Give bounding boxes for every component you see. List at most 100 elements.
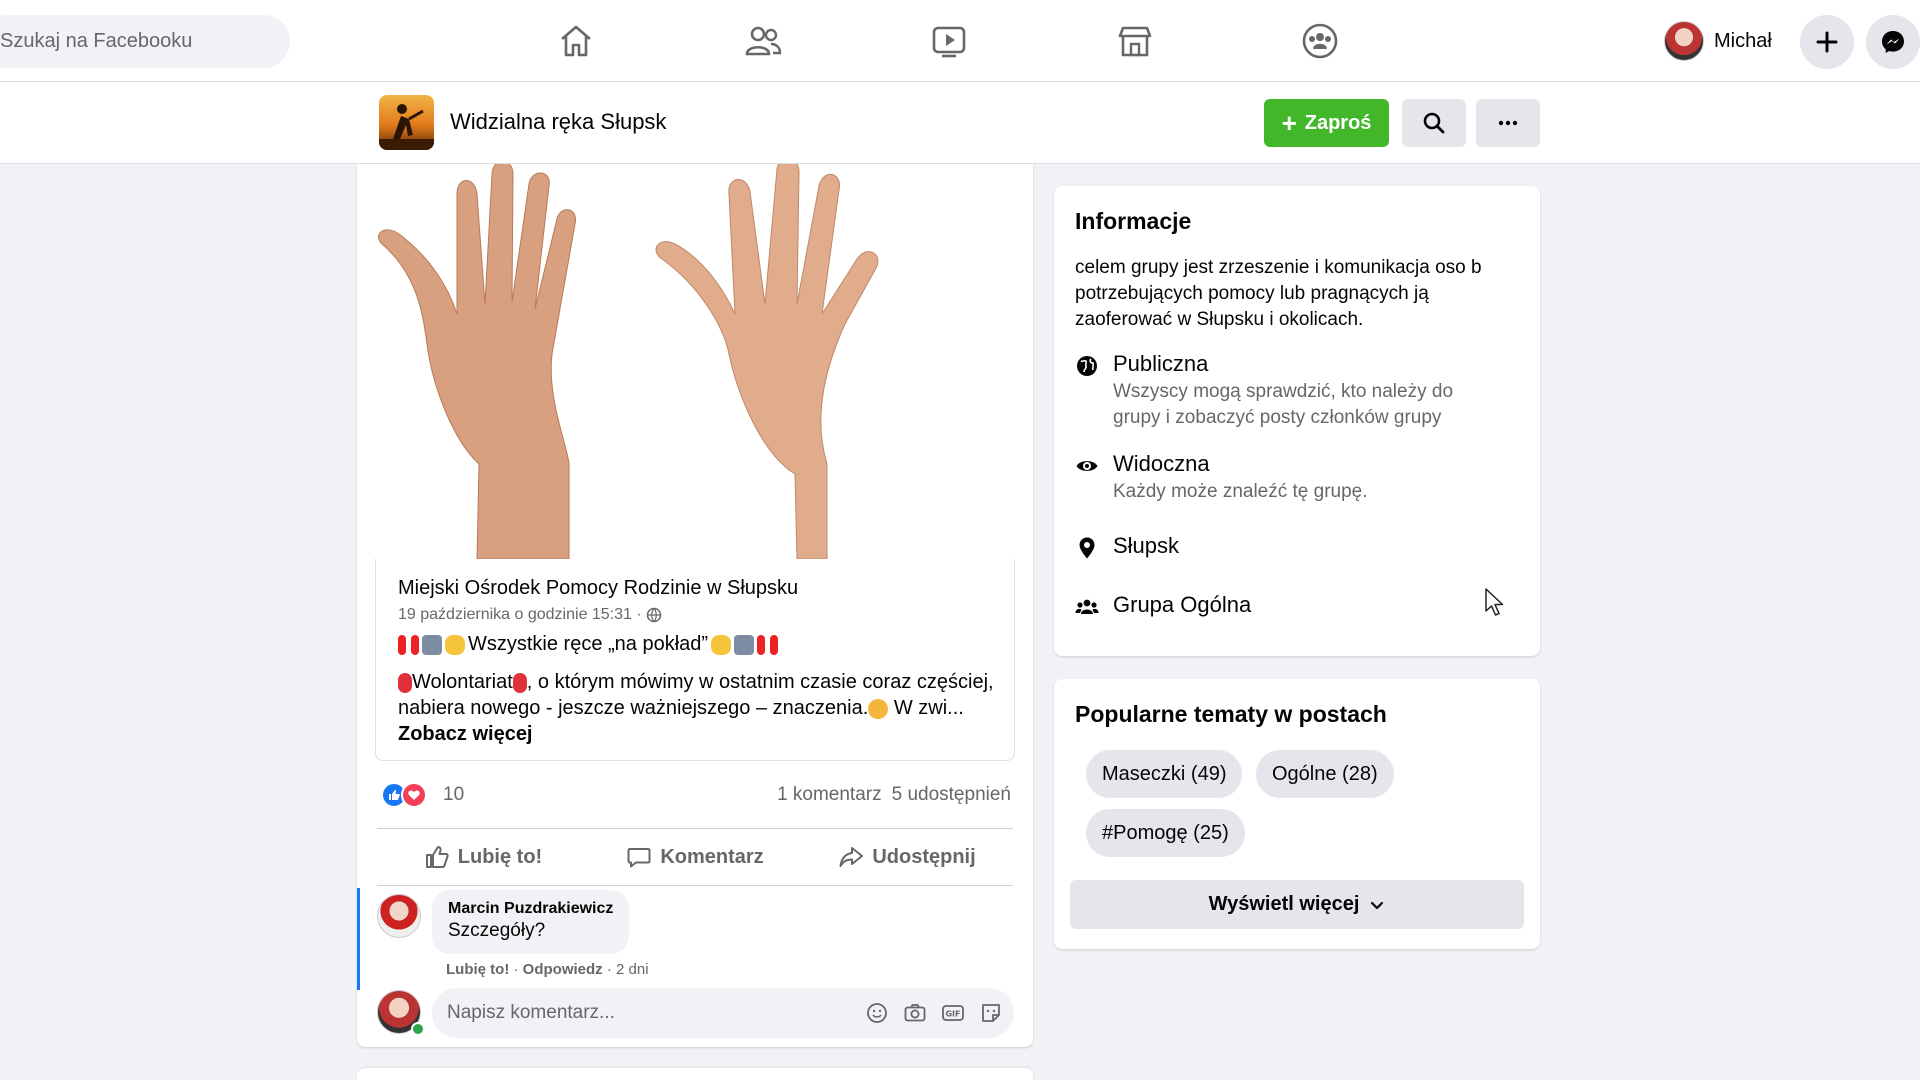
people-icon	[1075, 599, 1099, 614]
topics-card-title: Popularne tematy w postach	[1075, 701, 1387, 727]
comment-icon	[627, 848, 651, 868]
shared-headline: Wszystkie ręce „na pokład”	[398, 633, 779, 656]
smile-emoji-icon	[868, 698, 889, 719]
feed-post: Miejski Ośrodek Pomocy Rodzinie w Słupsk…	[357, 164, 1033, 1047]
info-label-location[interactable]: Słupsk	[1113, 533, 1179, 559]
ellipsis-icon	[1498, 120, 1518, 126]
plus-icon: +	[1281, 108, 1297, 138]
globe-icon	[1077, 356, 1097, 376]
next-feed-post	[357, 1068, 1033, 1080]
info-sub-public: Wszyscy mogą sprawdzić, kto należy do gr…	[1113, 381, 1454, 428]
topic-chip-pomoge[interactable]: #Pomogę (25)	[1086, 809, 1245, 857]
comment-meta: Lubię to! · Odpowiedz · 2 dni	[446, 961, 649, 978]
profile-name: Michał	[1714, 29, 1772, 52]
group-description: celem grupy jest zrzeszenie i komunikacj…	[1075, 257, 1482, 330]
info-label-visible: Widoczna	[1113, 451, 1210, 476]
post-image[interactable]	[357, 164, 1033, 559]
comment-like-link[interactable]: Lubię to!	[446, 961, 509, 978]
location-pin-icon	[1079, 537, 1095, 559]
commenter-avatar[interactable]	[377, 894, 421, 938]
sticker-icon[interactable]	[978, 1000, 1004, 1026]
group-info-card: Informacje celem grupy jest zrzeszenie i…	[1054, 186, 1540, 656]
see-more-link[interactable]: Zobacz więcej	[398, 723, 533, 745]
comment-input[interactable]: Napisz komentarz... GIF	[432, 988, 1014, 1038]
info-item-location: Słupsk	[1075, 533, 1179, 560]
like-button[interactable]: Lubię to!	[377, 829, 589, 885]
topic-chip-maseczki[interactable]: Maseczki (49)	[1086, 750, 1243, 798]
eye-icon	[1076, 461, 1098, 471]
info-item-category: Grupa Ogólna	[1075, 592, 1251, 619]
love-reaction-icon	[401, 782, 427, 808]
messenger-icon[interactable]	[1866, 15, 1920, 69]
comment-thread-indicator	[357, 888, 360, 990]
groups-icon[interactable]	[1299, 20, 1341, 62]
engagement-counts: 1 komentarz 5 udostępnień	[777, 784, 1011, 806]
info-card-title: Informacje	[1075, 208, 1192, 234]
thumbs-up-icon	[425, 846, 449, 868]
raised-hand-icon	[711, 634, 732, 655]
info-item-privacy: Publiczna Wszyscy mogą sprawdzić, kto na…	[1075, 351, 1503, 431]
double-exclamation-icon	[757, 634, 766, 655]
like-label: Lubię to!	[457, 845, 543, 868]
info-sub-visible: Każdy może znaleźć tę grupę.	[1113, 481, 1368, 502]
comment-bubble: Marcin Puzdrakiewicz Szczegóły?	[432, 890, 630, 954]
group-header-bar: Widzialna ręka Słupsk + Zaproś	[0, 82, 1920, 164]
comment-placeholder: Napisz komentarz...	[447, 1002, 615, 1023]
double-exclamation-icon	[398, 634, 406, 655]
comment-reply-link[interactable]: Odpowiedz	[523, 961, 603, 978]
watch-icon[interactable]	[928, 20, 970, 62]
share-button[interactable]: Udostępnij	[801, 829, 1013, 885]
invite-label: Zaproś	[1304, 111, 1372, 134]
topic-chip-ogolne[interactable]: Ogólne (28)	[1256, 750, 1394, 798]
camera-icon[interactable]	[902, 1000, 928, 1026]
globe-icon	[646, 607, 661, 623]
comment-author[interactable]: Marcin Puzdrakiewicz	[448, 900, 613, 918]
show-more-topics-button[interactable]: Wyświetl więcej	[1070, 880, 1524, 929]
comments-count-link[interactable]: 1 komentarz	[777, 784, 882, 806]
comment-input-tools: GIF	[864, 1000, 1004, 1026]
gif-icon[interactable]: GIF	[940, 1000, 966, 1026]
group-search-button[interactable]	[1402, 99, 1466, 147]
avatar	[1664, 21, 1704, 61]
shares-count-link[interactable]: 5 udostępnień	[892, 784, 1011, 806]
invite-button[interactable]: + Zaproś	[1264, 99, 1389, 147]
create-plus-icon[interactable]	[1800, 15, 1854, 69]
body-prefix: Wolontariat	[412, 671, 513, 693]
popular-topics-card: Popularne tematy w postach Maseczki (49)…	[1054, 679, 1540, 949]
profile-shortcut[interactable]: Michał	[1664, 21, 1772, 61]
pushpin-icon	[398, 672, 412, 693]
more-options-button[interactable]	[1476, 99, 1540, 147]
info-label-category: Grupa Ogólna	[1113, 592, 1252, 617]
group-avatar[interactable]	[379, 95, 434, 150]
chevron-down-icon	[1371, 901, 1384, 909]
search-input[interactable]: Szukaj na Facebooku	[0, 15, 290, 68]
comment-text: Szczegóły?	[448, 920, 546, 941]
double-exclamation-icon	[411, 634, 419, 655]
svg-text:GIF: GIF	[945, 1010, 960, 1019]
post-action-bar: Lubię to! Komentarz Udostępnij	[377, 828, 1013, 886]
raised-hand-icon	[445, 634, 465, 655]
emoji-icon[interactable]	[864, 1000, 890, 1026]
home-icon[interactable]	[555, 20, 597, 62]
reverse-button-icon	[734, 634, 755, 655]
reaction-count: 10	[443, 784, 465, 805]
shared-post-preview[interactable]: Miejski Ośrodek Pomocy Rodzinie w Słupsk…	[375, 559, 1015, 761]
headline-text: Wszystkie ręce „na pokład”	[468, 633, 709, 655]
comment-button[interactable]: Komentarz	[589, 829, 801, 885]
info-item-visibility: Widoczna Każdy może znaleźć tę grupę.	[1075, 451, 1503, 505]
reactions-summary[interactable]: 10	[381, 782, 464, 808]
marketplace-icon[interactable]	[1114, 20, 1156, 62]
online-status-badge	[411, 1022, 425, 1036]
group-title[interactable]: Widzialna ręka Słupsk	[450, 109, 666, 135]
shared-author-name[interactable]: Miejski Ośrodek Pomocy Rodzinie w Słupsk…	[398, 577, 798, 600]
info-label-public: Publiczna	[1113, 351, 1209, 376]
double-exclamation-icon	[770, 634, 779, 655]
share-label: Udostępnij	[872, 845, 976, 868]
comment-label: Komentarz	[660, 845, 764, 868]
mouse-cursor-icon	[1485, 588, 1504, 616]
shared-body-text: Wolontariat, o którym mówimy w ostatnim …	[398, 669, 998, 747]
comment-age[interactable]: 2 dni	[616, 961, 649, 978]
date-text: 19 października o godzinie 15:31 ·	[398, 606, 642, 623]
shared-post-date[interactable]: 19 października o godzinie 15:31 ·	[398, 606, 662, 624]
friends-icon[interactable]	[742, 20, 784, 62]
